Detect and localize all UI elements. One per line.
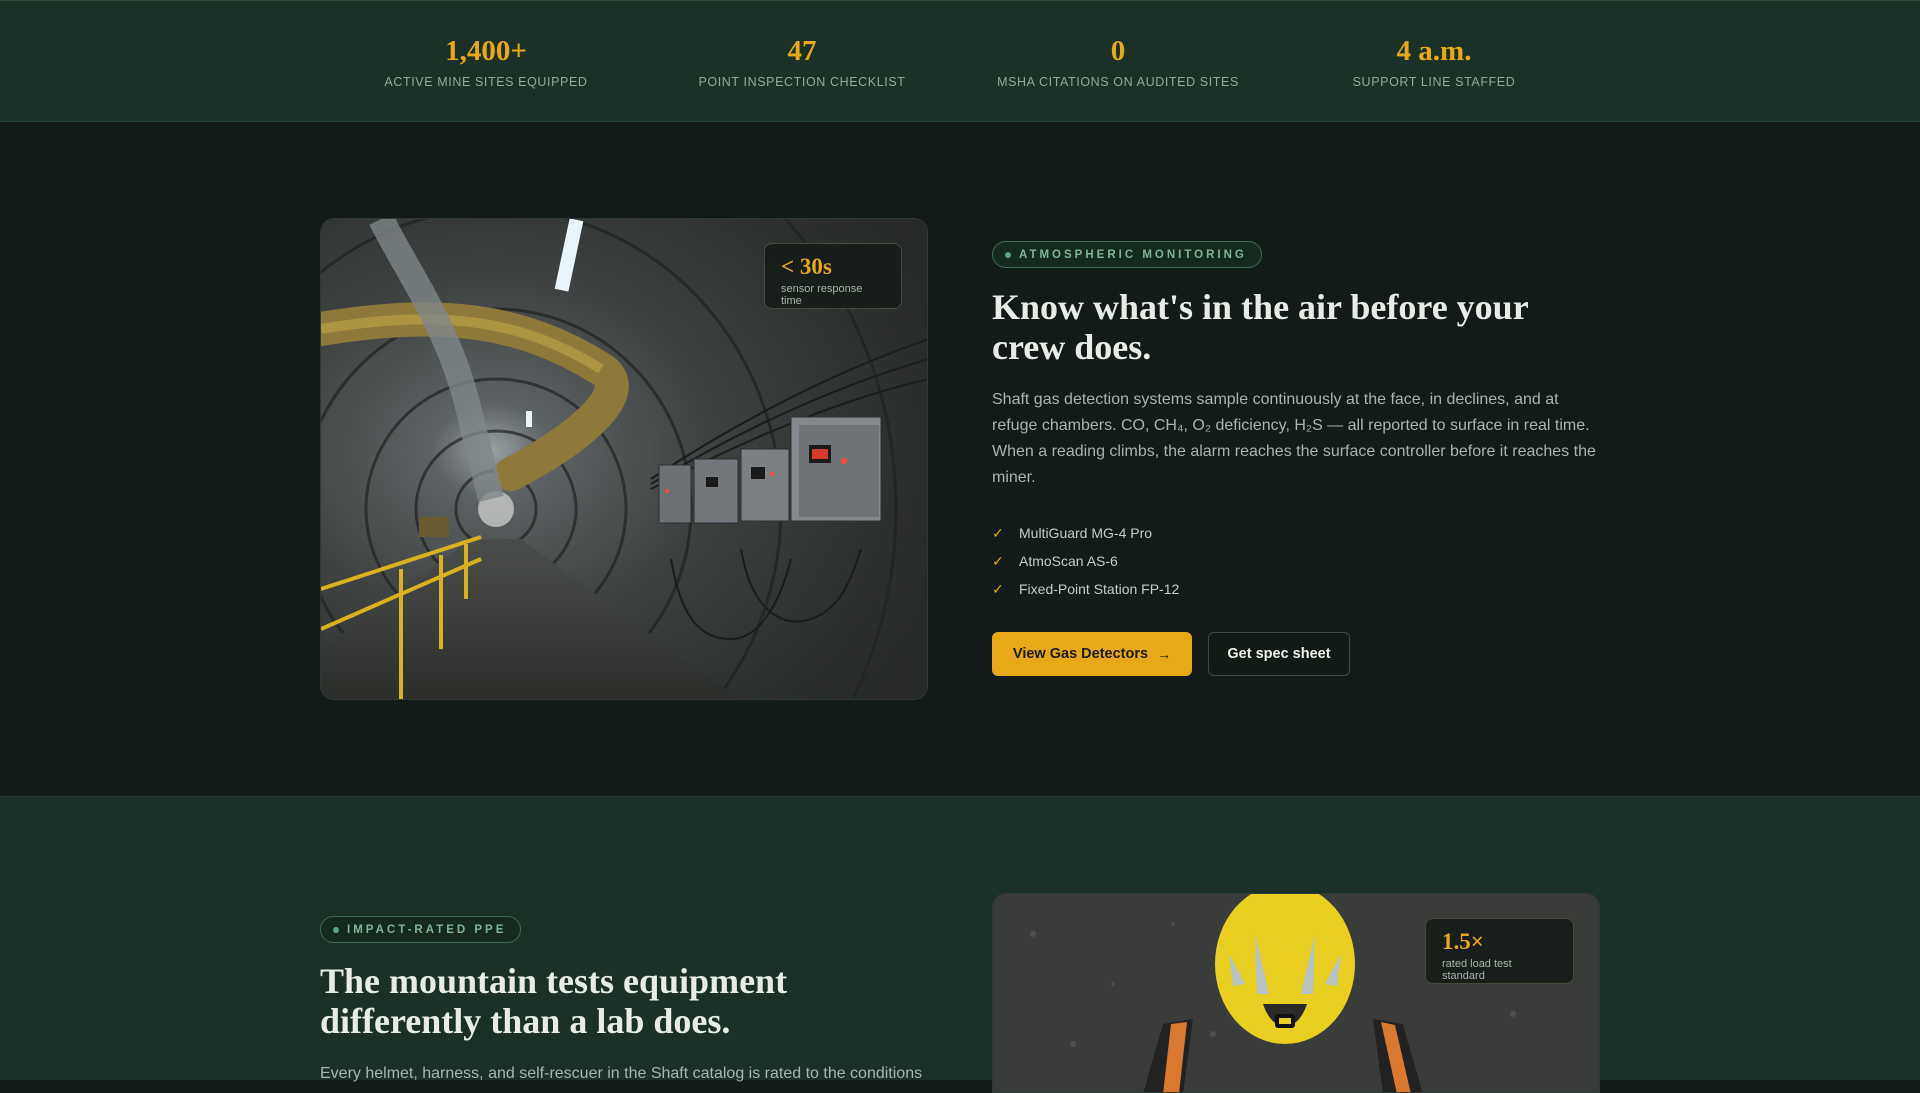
stats-band: 1,400+ ACTIVE MINE SITES EQUIPPED 47 POI… — [0, 0, 1920, 122]
stat-value: 47 — [787, 35, 817, 67]
response-time-badge: < 30s sensor response time — [764, 243, 902, 309]
product-name: AtmoScan AS-6 — [1019, 553, 1118, 569]
section-heading: The mountain tests equipment differently… — [320, 961, 788, 1041]
load-test-badge: 1.5× rated load test standard — [1425, 918, 1574, 984]
stat-label: POINT INSPECTION CHECKLIST — [698, 75, 906, 89]
button-label: View Gas Detectors — [1012, 646, 1149, 662]
stat-label: ACTIVE MINE SITES EQUIPPED — [384, 75, 588, 89]
product-name: Fixed-Point Station FP-12 — [1019, 581, 1180, 597]
product-list: ✓ MultiGuard MG-4 Pro ✓ AtmoScan AS-6 ✓ … — [992, 519, 1179, 603]
section-body: Shaft gas detection systems sample conti… — [992, 391, 1596, 486]
ppe-section: IMPACT-RATED PPE The mountain tests equi… — [0, 796, 1920, 1093]
dot-icon — [1005, 251, 1011, 258]
dot-icon — [333, 926, 339, 933]
section-tag-label: ATMOSPHERIC MONITORING — [1019, 248, 1247, 261]
stat-value: 0 — [1110, 35, 1126, 67]
stat-checklist: 47 POINT INSPECTION CHECKLIST — [652, 33, 952, 89]
stat-label: MSHA CITATIONS ON AUDITED SITES — [997, 75, 1239, 89]
list-item: ✓ Fixed-Point Station FP-12 — [992, 575, 1179, 603]
section-tag: IMPACT-RATED PPE — [320, 916, 522, 943]
stat-support: 4 a.m. SUPPORT LINE STAFFED — [1284, 33, 1584, 89]
arrow-right-icon: → — [1157, 646, 1172, 662]
list-item: ✓ AtmoScan AS-6 — [992, 547, 1179, 575]
badge-caption: sensor response time — [781, 283, 863, 307]
stat-value: 1,400+ — [445, 35, 527, 67]
check-icon: ✓ — [992, 524, 1004, 541]
stat-citations: 0 MSHA CITATIONS ON AUDITED SITES — [968, 33, 1268, 89]
section-tag-label: IMPACT-RATED PPE — [347, 923, 507, 936]
list-item: ✓ MultiGuard MG-4 Pro — [992, 519, 1179, 547]
badge-value: 1.5× — [1442, 929, 1484, 954]
get-spec-sheet-button[interactable]: Get spec sheet — [1208, 632, 1350, 676]
check-icon: ✓ — [992, 552, 1004, 569]
view-gas-detectors-button[interactable]: View Gas Detectors → — [992, 632, 1192, 676]
monitoring-section: < 30s sensor response time ATMOSPHERIC M… — [0, 122, 1920, 796]
button-label: Get spec sheet — [1227, 646, 1331, 662]
stat-label: SUPPORT LINE STAFFED — [1352, 75, 1516, 89]
check-icon: ✓ — [992, 580, 1004, 597]
badge-caption: rated load test standard — [1442, 958, 1512, 982]
section-tag: ATMOSPHERIC MONITORING — [992, 241, 1262, 268]
stat-sites: 1,400+ ACTIVE MINE SITES EQUIPPED — [336, 33, 636, 89]
product-name: MultiGuard MG-4 Pro — [1019, 525, 1153, 541]
section-body: Every helmet, harness, and self-rescuer … — [320, 1065, 923, 1082]
badge-value: < 30s — [781, 254, 832, 279]
section-heading: Know what's in the air before your crew … — [992, 287, 1529, 367]
stat-value: 4 a.m. — [1396, 35, 1472, 67]
